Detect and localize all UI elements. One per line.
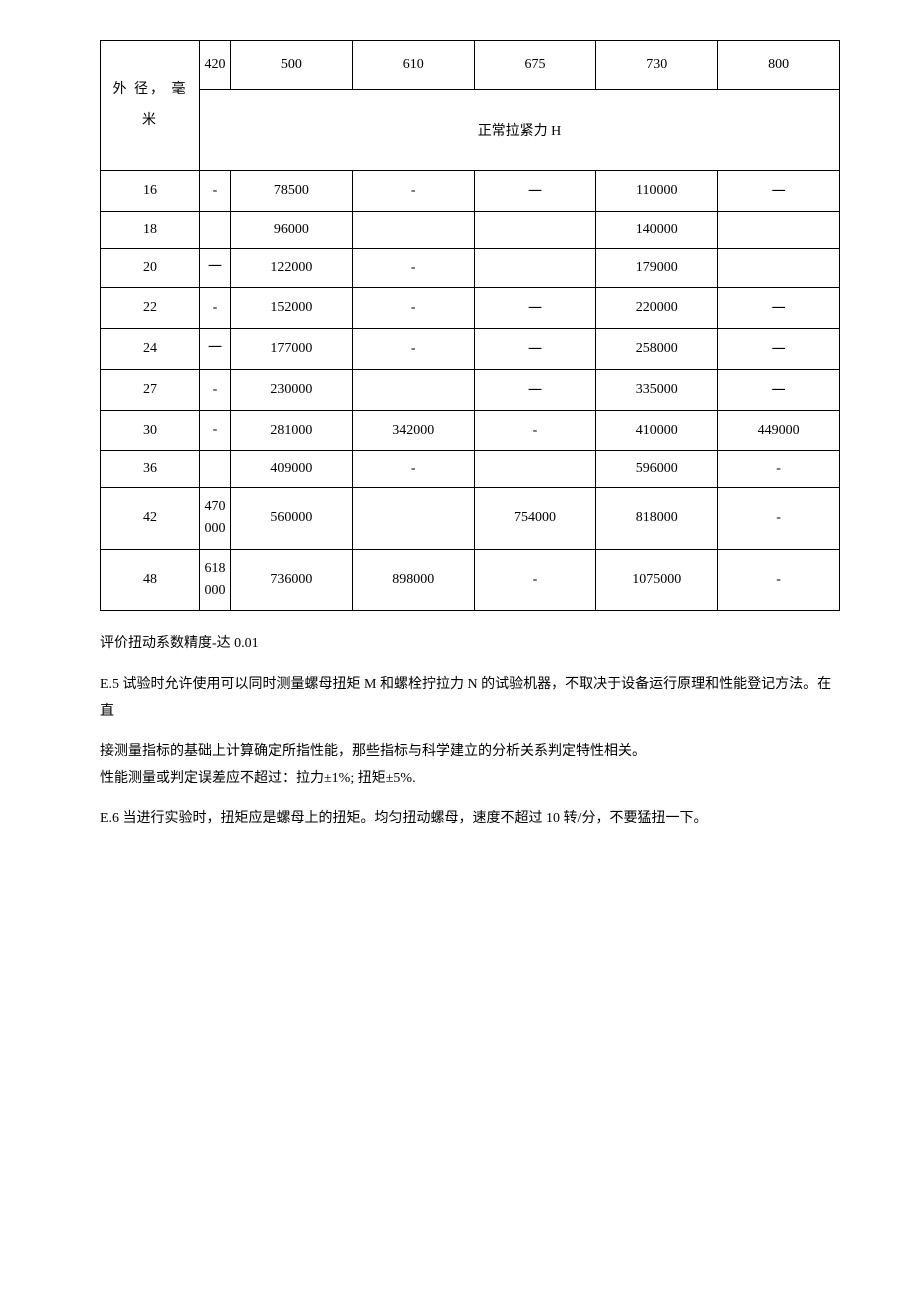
row-label: 42 (101, 487, 200, 549)
note-text: 性能测量或判定误差应不超过：拉力±1%; 扭矩±5%. (100, 771, 416, 786)
cell: 898000 (352, 549, 474, 611)
note-line: E.6 当进行实验时，扭矩应是螺母上的扭矩。均匀扭动螺母，速度不超过 10 转/… (100, 806, 840, 833)
cell: 618000 (200, 549, 231, 611)
cell: 560000 (231, 487, 353, 549)
table-row: 42 470000 560000 754000 818000 - (101, 487, 840, 549)
cell: 596000 (596, 450, 718, 487)
cell: 220000 (596, 288, 718, 329)
cell: 335000 (596, 370, 718, 411)
cell (718, 249, 840, 288)
cell: - (200, 288, 231, 329)
cell (474, 249, 596, 288)
cell: 258000 (596, 329, 718, 370)
row-header-label: 外 径， 毫 米 (101, 41, 200, 171)
note-line: E.5 试验时允许使用可以同时测量螺母扭矩 M 和螺栓拧拉力 N 的试验机器，不… (100, 672, 840, 725)
note-line: 接测量指标的基础上计算确定所指性能，那些指标与科学建立的分析关系判定特性相关。 … (100, 739, 840, 792)
cell (474, 212, 596, 249)
cell: 470000 (200, 487, 231, 549)
row-label: 20 (101, 249, 200, 288)
row-label: 24 (101, 329, 200, 370)
table-row: 27 - 230000 一 335000 一 (101, 370, 840, 411)
table-row: 18 96000 140000 (101, 212, 840, 249)
cell (352, 370, 474, 411)
cell: 409000 (231, 450, 353, 487)
row-label: 18 (101, 212, 200, 249)
cell: 一 (474, 288, 596, 329)
cell: 一 (474, 329, 596, 370)
cell: 152000 (231, 288, 353, 329)
cell: - (474, 549, 596, 611)
cell: - (352, 329, 474, 370)
note-text: 接测量指标的基础上计算确定所指性能，那些指标与科学建立的分析关系判定特性相关。 (100, 744, 646, 759)
table-row: 16 - 78500 - 一 110000 一 (101, 171, 840, 212)
cell: 122000 (231, 249, 353, 288)
cell: - (352, 171, 474, 212)
cell: 1075000 (596, 549, 718, 611)
cell: 一 (474, 171, 596, 212)
cell: 110000 (596, 171, 718, 212)
cell: - (200, 171, 231, 212)
cell: 一 (200, 249, 231, 288)
cell: - (474, 411, 596, 450)
table-row: 30 - 281000 342000 - 410000 449000 (101, 411, 840, 450)
cell: 140000 (596, 212, 718, 249)
cell: 736000 (231, 549, 353, 611)
cell: - (718, 450, 840, 487)
cell: - (718, 549, 840, 611)
cell: - (200, 370, 231, 411)
cell: 230000 (231, 370, 353, 411)
col-header: 675 (474, 41, 596, 90)
cell: 177000 (231, 329, 353, 370)
row-label: 30 (101, 411, 200, 450)
cell: 一 (200, 329, 231, 370)
span-header: 正常拉紧力 Н (200, 90, 840, 171)
cell: 179000 (596, 249, 718, 288)
row-label: 22 (101, 288, 200, 329)
cell: 一 (474, 370, 596, 411)
row-label: 16 (101, 171, 200, 212)
cell: 一 (718, 370, 840, 411)
col-header: 420 (200, 41, 231, 90)
table-row: 24 一 177000 - 一 258000 一 (101, 329, 840, 370)
cell: 449000 (718, 411, 840, 450)
col-header: 610 (352, 41, 474, 90)
cell: 342000 (352, 411, 474, 450)
cell (200, 212, 231, 249)
cell: 281000 (231, 411, 353, 450)
cell (352, 212, 474, 249)
row-label: 48 (101, 549, 200, 611)
cell: - (352, 288, 474, 329)
col-header: 730 (596, 41, 718, 90)
row-label: 36 (101, 450, 200, 487)
cell: 818000 (596, 487, 718, 549)
table-row: 20 一 122000 - 179000 (101, 249, 840, 288)
tension-table: 外 径， 毫 米 420 500 610 675 730 800 正常拉紧力 Н… (100, 40, 840, 611)
col-header: 800 (718, 41, 840, 90)
notes-block: 评价扭动系数精度-达 0.01 E.5 试验时允许使用可以同时测量螺母扭矩 M … (100, 631, 840, 833)
cell: - (200, 411, 231, 450)
cell (474, 450, 596, 487)
table-row: 36 409000 - 596000 - (101, 450, 840, 487)
cell (718, 212, 840, 249)
note-line: 评价扭动系数精度-达 0.01 (100, 631, 840, 658)
cell (352, 487, 474, 549)
cell: - (352, 450, 474, 487)
table-row: 22 - 152000 - 一 220000 一 (101, 288, 840, 329)
cell: - (718, 487, 840, 549)
row-label: 27 (101, 370, 200, 411)
cell: 一 (718, 329, 840, 370)
cell (200, 450, 231, 487)
table-row: 48 618000 736000 898000 - 1075000 - (101, 549, 840, 611)
cell: 96000 (231, 212, 353, 249)
cell: 78500 (231, 171, 353, 212)
cell: 754000 (474, 487, 596, 549)
cell: - (352, 249, 474, 288)
cell: 410000 (596, 411, 718, 450)
cell: 一 (718, 171, 840, 212)
col-header: 500 (231, 41, 353, 90)
cell: 一 (718, 288, 840, 329)
